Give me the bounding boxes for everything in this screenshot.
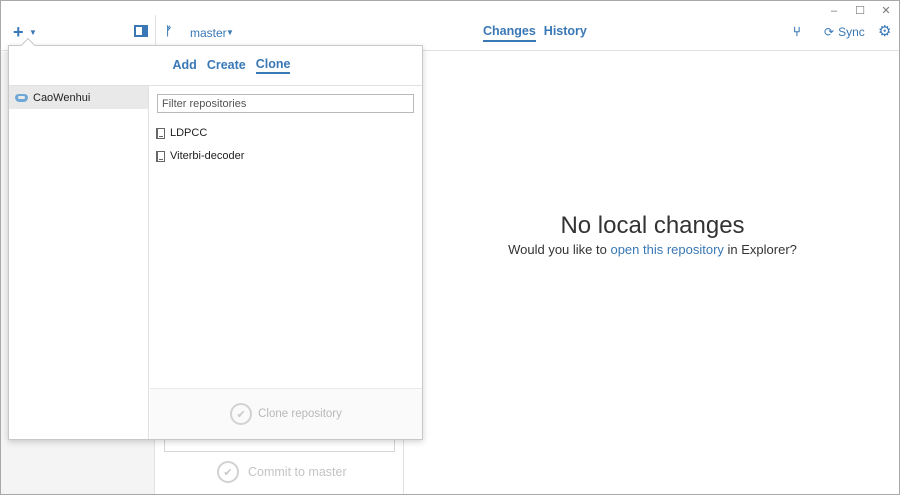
popup-tabs: Add Create Clone bbox=[9, 46, 422, 86]
repository-list: LDPCC Viterbi-decoder ✔ Clone repository bbox=[150, 86, 422, 439]
github-account-icon bbox=[15, 92, 28, 103]
sync-button[interactable]: ⟳ Sync bbox=[824, 25, 865, 39]
repository-name: Viterbi-decoder bbox=[170, 150, 245, 162]
open-in-explorer-link[interactable]: open this repository bbox=[610, 242, 723, 257]
tab-create[interactable]: Create bbox=[207, 58, 246, 73]
clone-label: Clone repository bbox=[258, 408, 342, 420]
empty-state-message: Would you like to open this repository i… bbox=[404, 242, 899, 257]
chevron-down-icon[interactable]: ▼ bbox=[29, 28, 37, 37]
chevron-down-icon[interactable]: ▼ bbox=[226, 28, 234, 37]
filter-repositories-input[interactable] bbox=[157, 94, 414, 113]
commit-button[interactable]: ✔ Commit to master bbox=[217, 461, 347, 483]
account-item[interactable]: CaoWenhui bbox=[9, 86, 148, 109]
checkmark-icon: ✔ bbox=[217, 461, 239, 483]
empty-state-suffix: in Explorer? bbox=[723, 242, 797, 257]
git-branch-icon: ᚠ bbox=[165, 24, 173, 38]
tab-clone[interactable]: Clone bbox=[255, 57, 291, 74]
tab-history[interactable]: History bbox=[544, 24, 587, 42]
add-repository-popup: Add Create Clone CaoWenhui LDPCC Viterbi… bbox=[8, 37, 423, 440]
view-tabs: Changes History bbox=[483, 24, 587, 42]
tab-add[interactable]: Add bbox=[173, 58, 197, 73]
sync-icon: ⟳ bbox=[824, 25, 835, 39]
empty-state-prefix: Would you like to bbox=[508, 242, 611, 257]
add-icon[interactable]: + bbox=[13, 22, 24, 43]
app-window: – ☐ ✕ + ▼ ᚠ master ▼ Changes History ⑂ ⟳… bbox=[0, 0, 900, 495]
commit-label: Commit to master bbox=[248, 465, 347, 479]
repository-name: LDPCC bbox=[170, 127, 208, 139]
empty-state-title: No local changes bbox=[560, 212, 745, 239]
clone-repository-button[interactable]: ✔ Clone repository bbox=[150, 388, 422, 439]
pull-request-icon[interactable]: ⑂ bbox=[793, 24, 801, 39]
list-item[interactable]: Viterbi-decoder bbox=[156, 147, 244, 165]
checkmark-icon: ✔ bbox=[230, 403, 253, 425]
repository-icon bbox=[156, 127, 165, 139]
sidebar-toggle-icon[interactable] bbox=[134, 25, 148, 37]
sync-label: Sync bbox=[838, 25, 865, 39]
account-name: CaoWenhui bbox=[33, 91, 91, 104]
tab-changes[interactable]: Changes bbox=[483, 24, 536, 42]
repository-icon bbox=[156, 150, 165, 162]
branch-selector[interactable]: master bbox=[190, 26, 227, 40]
gear-icon[interactable]: ⚙ bbox=[878, 22, 891, 40]
list-item[interactable]: LDPCC bbox=[156, 124, 207, 142]
account-list: CaoWenhui bbox=[9, 86, 149, 439]
